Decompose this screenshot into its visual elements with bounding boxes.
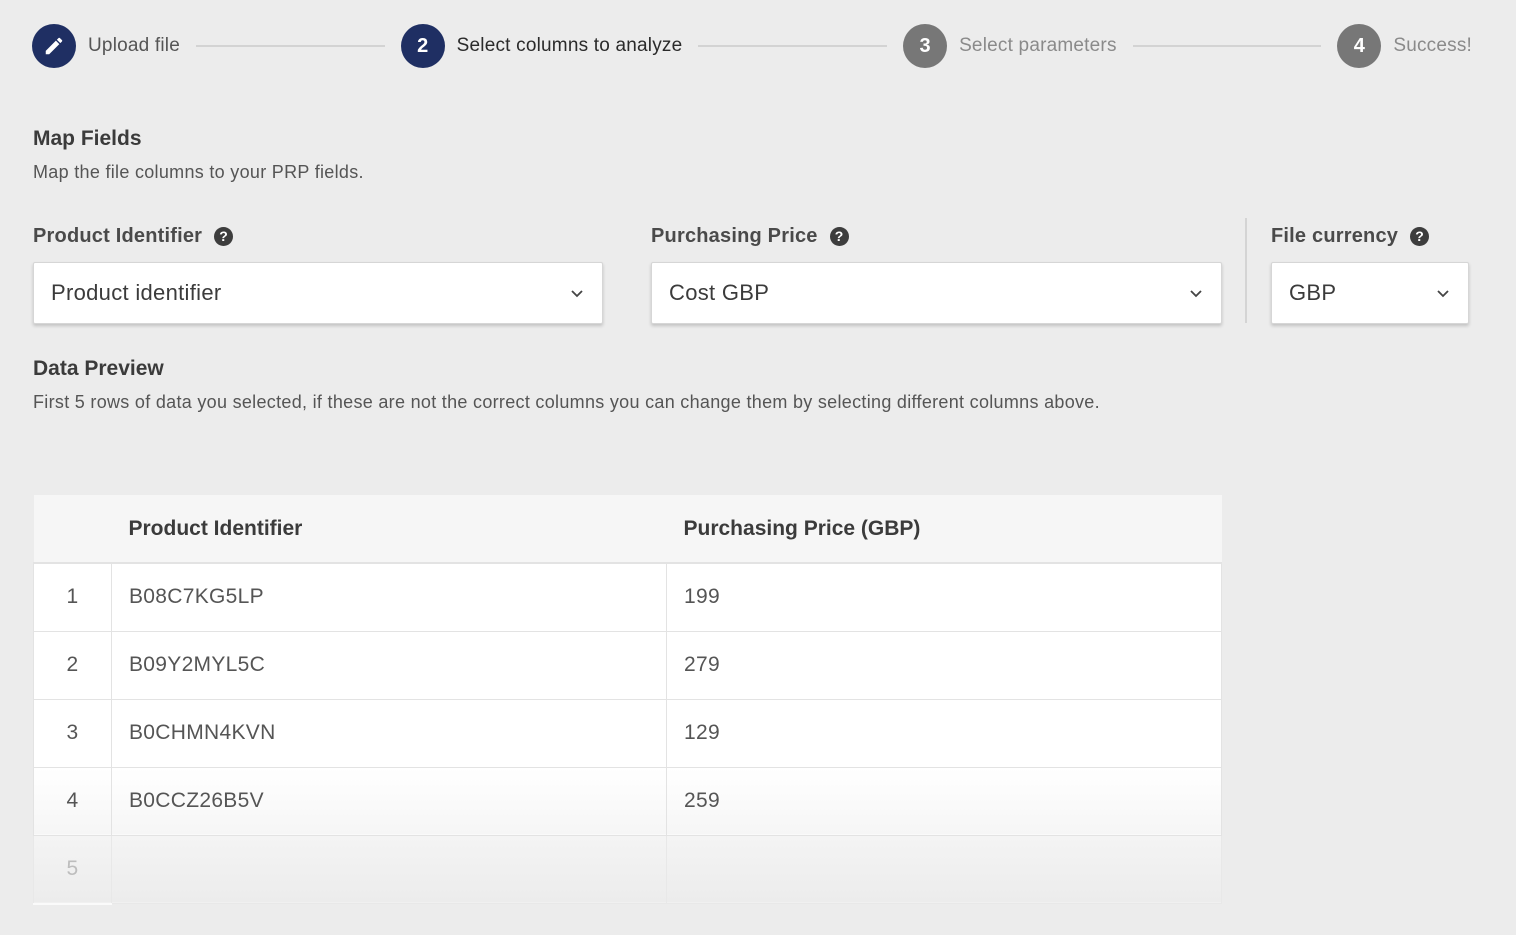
chevron-down-icon <box>571 290 583 298</box>
product-identifier-value: Product identifier <box>51 280 222 305</box>
step-upload-file[interactable]: Upload file <box>32 24 180 68</box>
step-4-circle: 4 <box>1337 24 1382 68</box>
file-currency-label: File currency <box>1271 224 1399 247</box>
product-identifier-cell <box>111 834 667 904</box>
row-index: 5 <box>33 834 112 904</box>
data-preview-description: First 5 rows of data you selected, if th… <box>33 392 1100 412</box>
data-preview-table: Product Identifier Purchasing Price (GBP… <box>33 495 1222 904</box>
map-fields-title: Map Fields <box>33 127 142 150</box>
column-header-purchasing-price: Purchasing Price (GBP) <box>666 495 1222 564</box>
field-divider <box>1245 218 1247 323</box>
data-preview-title: Data Preview <box>33 357 164 380</box>
column-header-product-identifier: Product Identifier <box>111 495 667 564</box>
row-index: 1 <box>33 562 112 632</box>
product-identifier-select[interactable]: Product identifier <box>33 262 603 324</box>
chevron-down-icon <box>1190 290 1202 298</box>
step-connector <box>1132 45 1322 47</box>
row-index: 3 <box>33 698 112 768</box>
step-2-label: Select columns to analyze <box>456 35 683 56</box>
help-icon[interactable]: ? <box>214 226 234 246</box>
step-select-columns[interactable]: 2 Select columns to analyze <box>400 24 683 68</box>
column-header-index <box>33 495 112 564</box>
step-connector <box>698 45 888 47</box>
step-3-label: Select parameters <box>959 35 1117 56</box>
purchasing-price-value: Cost GBP <box>669 280 770 305</box>
step-select-parameters[interactable]: 3 Select parameters <box>903 24 1117 68</box>
chevron-down-icon <box>1437 290 1449 298</box>
purchasing-price-cell: 199 <box>666 562 1222 632</box>
step-1-circle <box>32 24 76 68</box>
file-currency-value: GBP <box>1289 280 1337 305</box>
table-row: 3 B0CHMN4KVN 129 <box>33 698 1222 768</box>
step-success[interactable]: 4 Success! <box>1337 24 1472 68</box>
product-identifier-cell: B08C7KG5LP <box>111 562 667 632</box>
step-3-circle: 3 <box>903 24 948 68</box>
pencil-icon <box>45 37 63 55</box>
help-icon[interactable]: ? <box>829 226 849 246</box>
page: Upload file 2 Select columns to analyze … <box>0 0 1516 935</box>
row-index: 2 <box>33 630 112 700</box>
table-row: 2 B09Y2MYL5C 279 <box>33 630 1222 700</box>
purchasing-price-cell: 259 <box>666 766 1222 836</box>
table-header-row: Product Identifier Purchasing Price (GBP… <box>33 495 1222 564</box>
product-identifier-cell: B0CHMN4KVN <box>111 698 667 768</box>
purchasing-price-label: Purchasing Price <box>651 224 818 247</box>
purchasing-price-field: Purchasing Price ? Cost GBP <box>651 222 1222 324</box>
help-icon[interactable]: ? <box>1410 226 1430 246</box>
product-identifier-cell: B09Y2MYL5C <box>111 630 667 700</box>
purchasing-price-cell <box>666 834 1222 904</box>
table-row: 4 B0CCZ26B5V 259 <box>33 766 1222 836</box>
purchasing-price-select[interactable]: Cost GBP <box>651 262 1222 324</box>
purchasing-price-cell: 129 <box>666 698 1222 768</box>
map-fields-description: Map the file columns to your PRP fields. <box>33 162 364 182</box>
product-identifier-cell: B0CCZ26B5V <box>111 766 667 836</box>
step-4-label: Success! <box>1393 35 1473 56</box>
file-currency-select[interactable]: GBP <box>1271 262 1469 324</box>
table-row: 5 <box>33 834 1222 904</box>
progress-stepper: Upload file 2 Select columns to analyze … <box>32 24 1472 68</box>
file-currency-field: File currency ? GBP <box>1271 222 1469 324</box>
table-row: 1 B08C7KG5LP 199 <box>33 562 1222 632</box>
step-1-label: Upload file <box>88 35 180 56</box>
step-connector <box>195 45 385 47</box>
row-index: 4 <box>33 766 112 836</box>
purchasing-price-cell: 279 <box>666 630 1222 700</box>
product-identifier-label: Product Identifier <box>33 224 203 247</box>
product-identifier-field: Product Identifier ? Product identifier <box>33 222 603 324</box>
step-2-circle: 2 <box>400 24 445 68</box>
table-fade-edge <box>33 903 112 905</box>
